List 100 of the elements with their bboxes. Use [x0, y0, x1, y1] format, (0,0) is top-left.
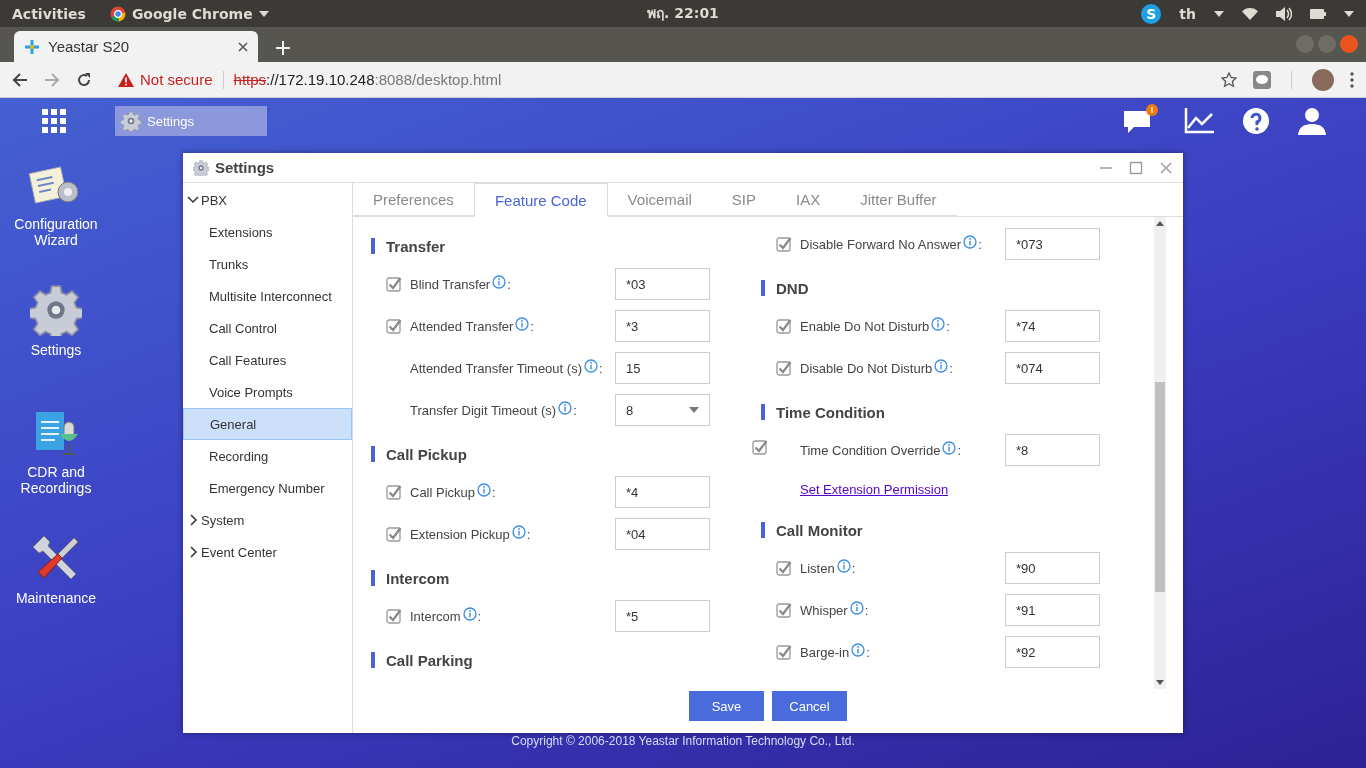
checkbox[interactable] [386, 526, 402, 542]
checkbox[interactable] [776, 236, 792, 252]
field-label: Disable Forward No Answer [800, 236, 962, 252]
checkbox[interactable] [386, 608, 402, 624]
desktop-icon-label[interactable]: Settings [30, 342, 82, 358]
permission-link[interactable]: Set Extension Permission [776, 481, 1005, 497]
tree-item[interactable]: Emergency Number [183, 472, 352, 504]
timeout-input[interactable]: 15 [615, 352, 710, 384]
clock[interactable]: พฤ. 22:01 [647, 5, 719, 21]
tree-item[interactable]: Extensions [183, 216, 352, 248]
info-icon[interactable] [931, 317, 946, 331]
browser-icon[interactable] [109, 5, 126, 22]
scroll-down-icon[interactable] [1156, 680, 1164, 685]
app-grid-icon[interactable] [42, 108, 67, 134]
checkbox[interactable] [752, 439, 768, 455]
battery-icon[interactable] [1310, 8, 1326, 19]
code-input[interactable]: *5 [615, 600, 710, 632]
caret-icon[interactable] [1344, 10, 1354, 17]
tree-item[interactable]: Voice Prompts [183, 376, 352, 408]
tree-item[interactable]: Call Features [183, 344, 352, 376]
info-icon[interactable] [515, 317, 530, 331]
desktop-icon-label[interactable]: Configuration Wizard [4, 216, 108, 248]
code-input[interactable]: *91 [1005, 594, 1100, 626]
code-input[interactable]: *03 [615, 268, 710, 300]
volume-icon[interactable] [1276, 6, 1292, 21]
code-input[interactable]: *04 [615, 518, 710, 550]
help-icon[interactable] [1242, 107, 1270, 135]
caret-icon[interactable] [258, 10, 269, 17]
checkbox[interactable] [776, 602, 792, 618]
timeout-select[interactable]: 8 [615, 394, 710, 426]
checkbox[interactable] [776, 644, 792, 660]
info-icon[interactable] [934, 359, 949, 373]
menu-icon[interactable] [1350, 71, 1354, 88]
info-icon[interactable] [511, 525, 526, 539]
checkbox[interactable] [386, 276, 402, 292]
url-text[interactable]: https://172.19.10.248:8088/desktop.html [233, 71, 502, 88]
security-label[interactable]: Not secure [140, 71, 213, 88]
extension-icon[interactable] [1253, 70, 1271, 89]
profile-avatar[interactable] [1312, 68, 1334, 91]
forward-icon[interactable] [44, 71, 60, 88]
chat-icon[interactable] [1124, 109, 1152, 135]
app-menu[interactable]: Google Chrome [131, 5, 253, 22]
tree-item[interactable]: Call Control [183, 312, 352, 344]
tree-item[interactable]: Multisite Interconnect [183, 280, 352, 312]
checkbox[interactable] [776, 560, 792, 576]
dialog-button[interactable]: Save [689, 691, 764, 721]
activities-button[interactable]: Activities [12, 5, 86, 22]
maximize-icon[interactable] [1129, 160, 1143, 175]
keyboard-layout[interactable]: th [1179, 5, 1196, 22]
code-input[interactable]: *8 [1005, 434, 1100, 466]
code-input[interactable]: *4 [615, 476, 710, 508]
checkbox[interactable] [776, 318, 792, 334]
code-input[interactable]: *90 [1005, 552, 1100, 584]
info-icon[interactable] [836, 559, 851, 573]
caret-icon[interactable] [1214, 10, 1224, 17]
close-icon[interactable] [1159, 160, 1173, 175]
code-input[interactable]: *3 [615, 310, 710, 342]
desktop-icon-label[interactable]: Maintenance [15, 590, 97, 606]
tree-item[interactable]: Event Center [183, 536, 352, 568]
chevron-down-icon[interactable] [187, 194, 199, 206]
checkbox[interactable] [386, 318, 402, 334]
info-icon[interactable] [492, 275, 507, 289]
back-icon[interactable] [12, 71, 28, 88]
info-icon[interactable] [963, 235, 978, 249]
caret-icon[interactable] [689, 407, 699, 413]
label-colon: : [957, 442, 962, 458]
scrollbar[interactable] [1154, 217, 1166, 689]
chart-icon[interactable] [1184, 108, 1214, 134]
chevron-right-icon[interactable] [187, 514, 199, 526]
info-icon[interactable] [462, 607, 477, 621]
code-input[interactable]: *74 [1005, 310, 1100, 342]
tree-item[interactable]: Trunks [183, 248, 352, 280]
code-input[interactable]: *073 [1005, 228, 1100, 260]
checkbox[interactable] [776, 360, 792, 376]
info-icon[interactable] [583, 359, 598, 373]
info-icon[interactable] [942, 441, 957, 455]
info-icon[interactable] [851, 643, 866, 657]
reload-icon[interactable] [76, 71, 92, 88]
close-icon[interactable] [238, 41, 248, 52]
scroll-up-icon[interactable] [1156, 221, 1164, 226]
tab[interactable]: Feature Code [473, 183, 608, 217]
warning-icon[interactable] [118, 72, 134, 87]
desktop-icon-label[interactable]: CDR and Recordings [4, 464, 108, 496]
chevron-right-icon[interactable] [187, 546, 199, 558]
info-icon[interactable] [477, 483, 492, 497]
star-icon[interactable] [1221, 71, 1237, 88]
dialog-button[interactable]: Cancel [772, 691, 847, 721]
wifi-icon[interactable] [1242, 7, 1258, 20]
tree-item[interactable]: System [183, 504, 352, 536]
user-icon[interactable] [1298, 107, 1326, 135]
tree-item[interactable]: PBX [183, 184, 352, 216]
code-input[interactable]: *074 [1005, 352, 1100, 384]
new-tab-icon[interactable] [274, 39, 292, 57]
tree-item[interactable]: General [183, 408, 352, 440]
checkbox[interactable] [386, 484, 402, 500]
tree-item[interactable]: Recording [183, 440, 352, 472]
info-icon[interactable] [558, 401, 573, 415]
code-input[interactable]: *92 [1005, 636, 1100, 668]
browser-tab[interactable]: Yeastar S20 [14, 31, 258, 62]
info-icon[interactable] [849, 601, 864, 615]
